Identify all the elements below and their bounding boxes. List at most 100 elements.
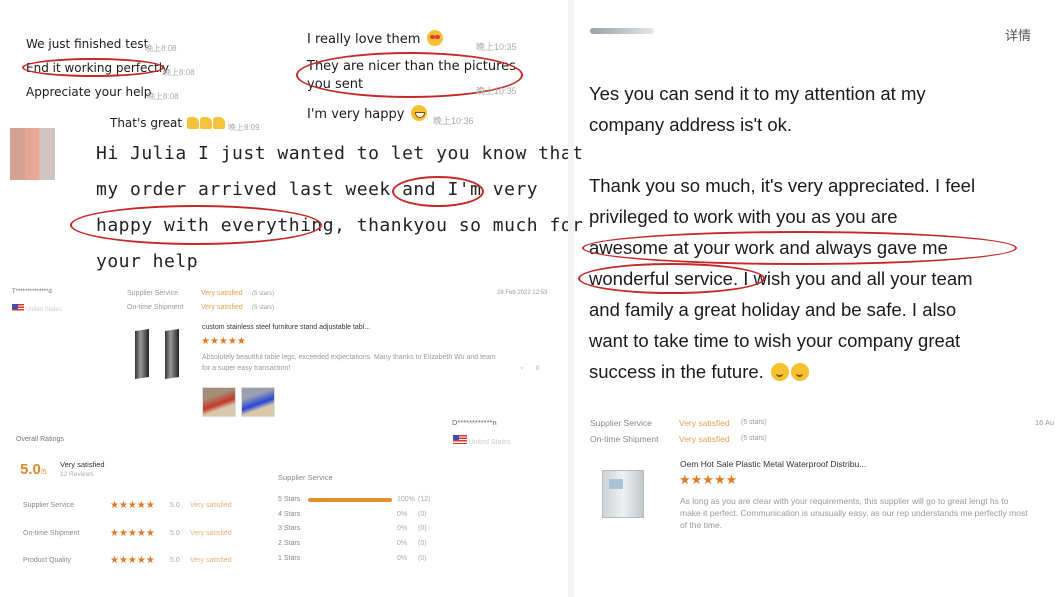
breakdown-count: (0) (418, 525, 427, 533)
breakdown-label: 5 Stars (278, 496, 301, 503)
shipment-stars: (5 stars) (252, 305, 275, 311)
product-image[interactable] (602, 470, 644, 518)
email-line: success in the future. (589, 361, 764, 382)
highlight-ring (578, 263, 765, 294)
rating-row-stars: ★★★★★ (110, 555, 155, 566)
reviewer-name: T**************d (12, 289, 52, 295)
rating-row-text: Very satisfied (190, 557, 232, 564)
rating-stars: ★★★★★ (201, 336, 246, 347)
shipment-label: On-time Shipment (127, 304, 184, 311)
rating-row-label: Supplier Service (23, 502, 74, 509)
grin-emoji-icon (410, 105, 427, 121)
email-line: want to take time to wish your company g… (589, 330, 961, 351)
rating-row-stars: ★★★★★ (110, 500, 155, 511)
rating-row-text: Very satisfied (190, 530, 232, 537)
breakdown-count: (12) (418, 496, 431, 503)
supplier-service-label: Supplier Service (127, 290, 178, 297)
chat-message: Appreciate your help (26, 85, 152, 99)
email-line: Yes you can send it to my attention at m… (589, 83, 926, 104)
breakdown-count: (0) (418, 554, 427, 562)
wink-emoji-icon (770, 363, 789, 381)
highlight-ring (582, 231, 1017, 265)
score-suffix: /5 (40, 469, 47, 476)
chat-timestamp: 晚上10:35 (476, 86, 517, 96)
supplier-service-stars: (5 stars) (741, 419, 767, 426)
supplier-service-value: Very satisfied (679, 418, 730, 428)
breakdown-percent: 100% (397, 496, 415, 503)
details-link[interactable]: 详情 (1005, 25, 1031, 44)
like-icon[interactable]: ♥ (520, 366, 524, 372)
highlight-ring (392, 176, 484, 207)
review-date: 28 Feb 2022 12:53 (497, 290, 548, 296)
like-count: 0 (536, 366, 540, 372)
rating-stars: ★★★★★ (679, 472, 738, 487)
rating-row-stars: ★★★★★ (110, 528, 155, 539)
review-body: Absolutely beautiful table legs, exceede… (202, 354, 496, 372)
breakdown-bar (308, 542, 392, 546)
email-line: Thank you so much, it's very appreciated… (589, 175, 976, 196)
product-title[interactable]: Oem Hot Sale Plastic Metal Waterproof Di… (680, 459, 866, 469)
review-body: As long as you are clear with your requi… (680, 496, 1028, 530)
avatar (10, 128, 55, 180)
product-title[interactable]: custom stainless steel furniture stand a… (202, 324, 370, 331)
breakdown-bar (308, 557, 392, 561)
email-line: and family a great holiday and be safe. … (589, 299, 957, 320)
email-line: privileged to work with you as you are (589, 206, 898, 227)
panel-divider (568, 0, 574, 597)
chat-timestamp: 晚上8:08 (163, 68, 195, 77)
breakdown-percent: 0% (397, 554, 408, 562)
rating-row-label: On-time Shipment (23, 530, 80, 537)
reviewer-country: United States (468, 439, 511, 446)
breakdown-percent: 0% (397, 540, 408, 548)
email-line: company address is't ok. (589, 114, 793, 135)
thumbs-up-icon (212, 117, 225, 129)
breakdown-label: 2 Stars (278, 540, 301, 548)
breakdown-title: Supplier Service (278, 473, 333, 482)
shipment-label: On-time Shipment (590, 434, 659, 444)
review-date: 16 Au (1035, 418, 1055, 427)
breakdown-label: 1 Stars (278, 554, 301, 562)
sender-blurred (590, 28, 654, 34)
chat-message: We just finished test (26, 37, 149, 51)
review-count: 12 Reviews (60, 471, 94, 478)
shipment-value: Very satisfied (201, 304, 243, 311)
breakdown-bar (308, 498, 392, 502)
supplier-service-label: Supplier Service (590, 418, 652, 428)
chat-timestamp: 晚上10:36 (433, 116, 474, 126)
breakdown-count: (0) (418, 540, 427, 548)
chat-message: I'm very happy (307, 107, 405, 122)
thumbs-up-icon (199, 117, 212, 129)
highlight-ring (22, 58, 164, 77)
message-line: your help (96, 251, 199, 272)
breakdown-bar-fill (308, 498, 392, 502)
supplier-service-stars: (5 stars) (252, 291, 275, 297)
breakdown-label: 4 Stars (278, 510, 301, 518)
message-line: Hi Julia I just wanted to let you know t… (96, 143, 584, 164)
shipment-value: Very satisfied (679, 434, 730, 444)
breakdown-bar (308, 527, 392, 531)
chat-message: I really love them (307, 32, 421, 47)
rating-row-value: 5.0 (170, 530, 180, 537)
heart-eyes-emoji-icon (426, 30, 443, 46)
breakdown-count: (0) (418, 510, 427, 518)
review-photo[interactable] (202, 387, 236, 417)
breakdown-percent: 0% (397, 510, 408, 518)
rating-row-text: Very satisfied (190, 502, 232, 509)
review-photo[interactable] (241, 387, 275, 417)
shipment-stars: (5 stars) (741, 435, 767, 442)
overall-ratings-title: Overall Ratings (16, 436, 64, 443)
chat-timestamp: 晚上8:09 (228, 123, 260, 132)
supplier-service-value: Very satisfied (201, 290, 243, 297)
us-flag-icon (12, 304, 24, 312)
overall-score: 5.0 (20, 461, 41, 478)
us-flag-icon (453, 435, 467, 445)
breakdown-bar (308, 513, 392, 517)
reviewer-name: D************n (452, 418, 497, 427)
breakdown-percent: 0% (397, 525, 408, 533)
wink-emoji-icon (790, 363, 809, 381)
chat-timestamp: 晚上10:35 (476, 42, 517, 52)
chat-timestamp: 晚上8:08 (145, 44, 177, 53)
chat-timestamp: 晚上8:08 (147, 92, 179, 101)
chat-reply: That's great (110, 116, 183, 130)
highlight-ring (70, 205, 322, 245)
